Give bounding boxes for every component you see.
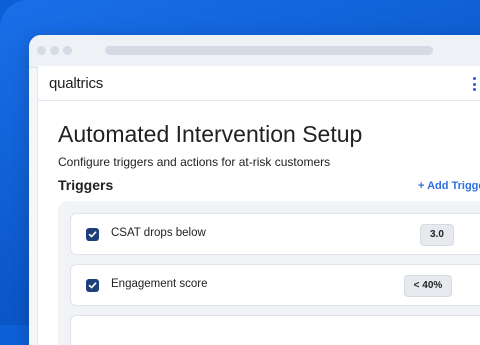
trigger-value-badge[interactable]: 3.0: [420, 224, 454, 246]
trigger-row-csat[interactable]: CSAT drops below 3.0: [70, 213, 480, 255]
trigger-value-badge[interactable]: < 40%: [404, 275, 452, 297]
main-content: Automated Intervention Setup Configure t…: [37, 101, 480, 345]
trigger-label: CSAT drops below: [111, 227, 206, 239]
triggers-heading: Triggers: [58, 177, 114, 193]
window-minimize-dot[interactable]: [50, 46, 59, 55]
add-trigger-link[interactable]: + Add Trigger: [418, 180, 480, 192]
checkbox-checked-icon[interactable]: [86, 279, 99, 292]
page-title: Automated Intervention Setup: [58, 121, 363, 147]
trigger-row-partial[interactable]: [70, 315, 480, 345]
trigger-label: Engagement score: [111, 278, 208, 290]
browser-titlebar: [29, 35, 480, 68]
triggers-panel: CSAT drops below 3.0 Engagement score < …: [58, 201, 480, 345]
app-header: qualtrics: [37, 66, 480, 101]
address-bar[interactable]: [105, 46, 433, 55]
window-close-dot[interactable]: [37, 46, 46, 55]
more-options-icon[interactable]: [473, 77, 476, 91]
brand-logo: qualtrics: [49, 75, 104, 92]
window-maximize-dot[interactable]: [63, 46, 72, 55]
trigger-row-engagement[interactable]: Engagement score < 40%: [70, 264, 480, 306]
page-subtitle: Configure triggers and actions for at-ri…: [58, 155, 331, 169]
browser-window: qualtrics Automated Intervention Setup C…: [29, 35, 480, 345]
checkbox-checked-icon[interactable]: [86, 228, 99, 241]
